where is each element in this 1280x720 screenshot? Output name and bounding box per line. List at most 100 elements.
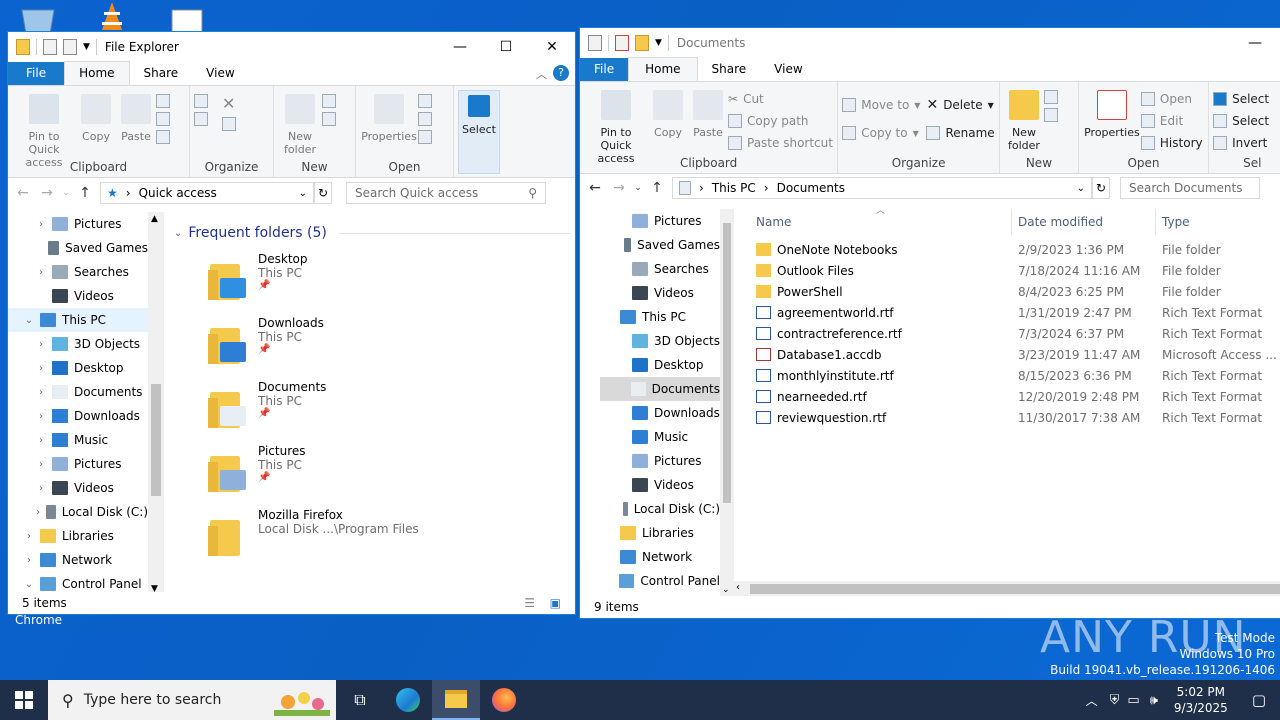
rename-icon[interactable] bbox=[222, 117, 236, 131]
edit-icon[interactable] bbox=[418, 112, 432, 126]
collapsed-chevron-icon[interactable]: › bbox=[34, 459, 48, 470]
collapsed-chevron-icon[interactable]: › bbox=[34, 483, 48, 494]
copy-to-button[interactable]: Copy to ▼ bbox=[842, 124, 920, 142]
cut-button[interactable]: ✂ Cut bbox=[728, 90, 833, 108]
expanded-chevron-icon[interactable]: ⌄ bbox=[22, 579, 36, 590]
nav-item-network[interactable]: Network bbox=[600, 545, 720, 569]
collapsed-chevron-icon[interactable]: › bbox=[34, 339, 48, 350]
file-row[interactable]: contractreference.rtf 7/3/2024 6:37 PM Ric… bbox=[750, 323, 1280, 344]
nav-item-videos[interactable]: Videos bbox=[600, 473, 720, 497]
paste-shortcut-button[interactable]: Paste shortcut bbox=[728, 134, 833, 152]
collapsed-chevron-icon[interactable]: › bbox=[22, 531, 36, 542]
scroll-thumb[interactable] bbox=[151, 384, 161, 496]
nav-item-saved-games[interactable]: Saved Games bbox=[8, 236, 148, 260]
tab-share[interactable]: Share bbox=[130, 62, 193, 85]
address-path[interactable]: Quick access bbox=[139, 186, 217, 200]
recycle-bin-icon[interactable] bbox=[18, 0, 62, 35]
collapsed-chevron-icon[interactable]: › bbox=[34, 267, 48, 278]
move-to-icon[interactable] bbox=[194, 94, 208, 108]
collapse-ribbon-icon[interactable]: ︿ bbox=[536, 66, 547, 82]
nav-item-desktop[interactable]: Desktop bbox=[600, 353, 720, 377]
collapsed-chevron-icon[interactable]: › bbox=[34, 435, 48, 446]
nav-item-local-disk-c[interactable]: Local Disk (C:) bbox=[600, 497, 720, 521]
vlc-icon[interactable] bbox=[92, 0, 136, 34]
collapsed-chevron-icon[interactable]: › bbox=[34, 387, 48, 398]
nav-item-pictures[interactable]: › Pictures bbox=[8, 452, 148, 476]
nav-item-desktop[interactable]: › Desktop bbox=[8, 356, 148, 380]
back-icon[interactable]: ← bbox=[586, 180, 604, 196]
file-row[interactable]: OneNote Notebooks 2/9/2023 1:36 PM File fo… bbox=[750, 239, 1280, 260]
frequent-folder-item[interactable]: Desktop This PC 📌 bbox=[208, 252, 570, 316]
clock[interactable]: 5:02 PM 9/3/2025 bbox=[1164, 684, 1238, 716]
notifications-icon[interactable]: ▢ bbox=[1238, 691, 1280, 709]
copy-to-icon[interactable] bbox=[194, 112, 208, 126]
show-hidden-icons-icon[interactable]: ︿ bbox=[1078, 692, 1106, 709]
invert-selection-button[interactable]: Invert bbox=[1213, 134, 1269, 152]
tab-share[interactable]: Share bbox=[698, 58, 761, 81]
column-header-date[interactable]: Date modified bbox=[1012, 209, 1156, 235]
file-row[interactable]: Database1.accdb 3/23/2019 11:47 AM Microso… bbox=[750, 344, 1280, 365]
frequent-folders-header[interactable]: ⌄ Frequent folders (5) bbox=[174, 222, 570, 244]
cut-icon[interactable] bbox=[156, 94, 170, 108]
nav-item-local-disk-c[interactable]: › Local Disk (C:) bbox=[8, 500, 148, 524]
search-box[interactable]: Search Documents bbox=[1120, 177, 1260, 199]
collapsed-chevron-icon[interactable]: › bbox=[34, 219, 48, 230]
collapsed-chevron-icon[interactable]: › bbox=[34, 363, 48, 374]
copy-path-icon[interactable] bbox=[156, 112, 170, 126]
scroll-thumb[interactable] bbox=[723, 223, 731, 503]
file-row[interactable]: reviewquestion.rtf 11/30/2017 7:38 AM Rich… bbox=[750, 407, 1280, 428]
new-item-icon[interactable] bbox=[322, 94, 336, 108]
document-shortcut-icon[interactable] bbox=[168, 0, 212, 35]
new-folder-qat-icon[interactable] bbox=[63, 39, 77, 55]
up-icon[interactable]: ↑ bbox=[648, 180, 666, 196]
tab-home[interactable]: Home bbox=[628, 57, 698, 81]
properties-qat-icon[interactable] bbox=[615, 35, 629, 51]
tab-file[interactable]: File bbox=[8, 62, 65, 85]
new-item-icon[interactable] bbox=[1043, 90, 1058, 104]
nav-item-pictures[interactable]: › Pictures bbox=[8, 212, 148, 236]
large-icons-view-icon[interactable]: ▣ bbox=[550, 596, 561, 610]
qat-dropdown-icon[interactable]: ▼ bbox=[655, 38, 662, 48]
address-box[interactable]: › This PC › Documents ⌄ bbox=[672, 177, 1092, 199]
nav-item-control-panel[interactable]: Control Panel bbox=[600, 569, 720, 593]
network-icon[interactable]: ▭ bbox=[1123, 693, 1143, 708]
collapsed-chevron-icon[interactable]: › bbox=[34, 507, 42, 518]
refresh-icon[interactable]: ↻ bbox=[314, 182, 332, 204]
open-icon[interactable] bbox=[418, 94, 432, 108]
file-row[interactable]: monthlyinstitute.rtf 8/15/2023 6:36 PM Ric… bbox=[750, 365, 1280, 386]
nav-item-videos[interactable]: Videos bbox=[600, 281, 720, 305]
nav-item-searches[interactable]: Searches bbox=[600, 257, 720, 281]
tab-view[interactable]: View bbox=[192, 62, 248, 85]
nav-scrollbar[interactable]: ▲ ▼ bbox=[148, 212, 164, 596]
nav-scrollbar[interactable]: ⌄ bbox=[720, 209, 734, 597]
title-bar[interactable]: ▼ File Explorer — ☐ ✕ bbox=[8, 32, 575, 62]
title-bar[interactable]: ▼ Documents — bbox=[580, 28, 1280, 58]
help-icon[interactable]: ? bbox=[553, 65, 569, 81]
file-row[interactable]: nearneeded.rtf 12/20/2019 2:48 PM Rich Tex… bbox=[750, 386, 1280, 407]
nav-item-this-pc[interactable]: ⌄ This PC bbox=[8, 308, 148, 332]
breadcrumb-this-pc[interactable]: This PC bbox=[712, 181, 756, 195]
horizontal-scrollbar[interactable]: ‹ bbox=[734, 581, 1280, 597]
frequent-folder-item[interactable]: Mozilla Firefox Local Disk ...\Program Fi… bbox=[208, 508, 570, 572]
select-all-button[interactable]: Select bbox=[1213, 90, 1269, 108]
qat-dropdown-icon[interactable]: ▼ bbox=[83, 42, 90, 52]
address-box[interactable]: ★ › Quick access ⌄ bbox=[100, 182, 314, 204]
forward-icon[interactable]: → bbox=[610, 180, 628, 196]
up-icon[interactable]: ↑ bbox=[76, 185, 94, 201]
file-row[interactable]: Outlook Files 7/18/2024 11:16 AM File fold… bbox=[750, 260, 1280, 281]
recent-locations-icon[interactable]: ⌄ bbox=[62, 188, 70, 198]
nav-item-documents[interactable]: Documents bbox=[600, 377, 720, 401]
details-view-icon[interactable]: ☰ bbox=[524, 596, 535, 610]
frequent-folder-item[interactable]: Downloads This PC 📌 bbox=[208, 316, 570, 380]
edit-button[interactable]: Edit bbox=[1140, 112, 1203, 130]
search-box[interactable]: Search Quick access ⚲ bbox=[346, 182, 546, 204]
scroll-down-icon[interactable]: ⌄ bbox=[722, 585, 730, 595]
close-icon[interactable]: ✕ bbox=[529, 32, 575, 62]
nav-item-videos[interactable]: Videos bbox=[8, 284, 148, 308]
nav-item-documents[interactable]: › Documents bbox=[8, 380, 148, 404]
tab-view[interactable]: View bbox=[760, 58, 816, 81]
easy-access-icon[interactable] bbox=[1043, 108, 1058, 122]
edge-button[interactable] bbox=[384, 680, 432, 720]
nav-item-pictures[interactable]: Pictures bbox=[600, 449, 720, 473]
nav-item-this-pc[interactable]: This PC bbox=[600, 305, 720, 329]
